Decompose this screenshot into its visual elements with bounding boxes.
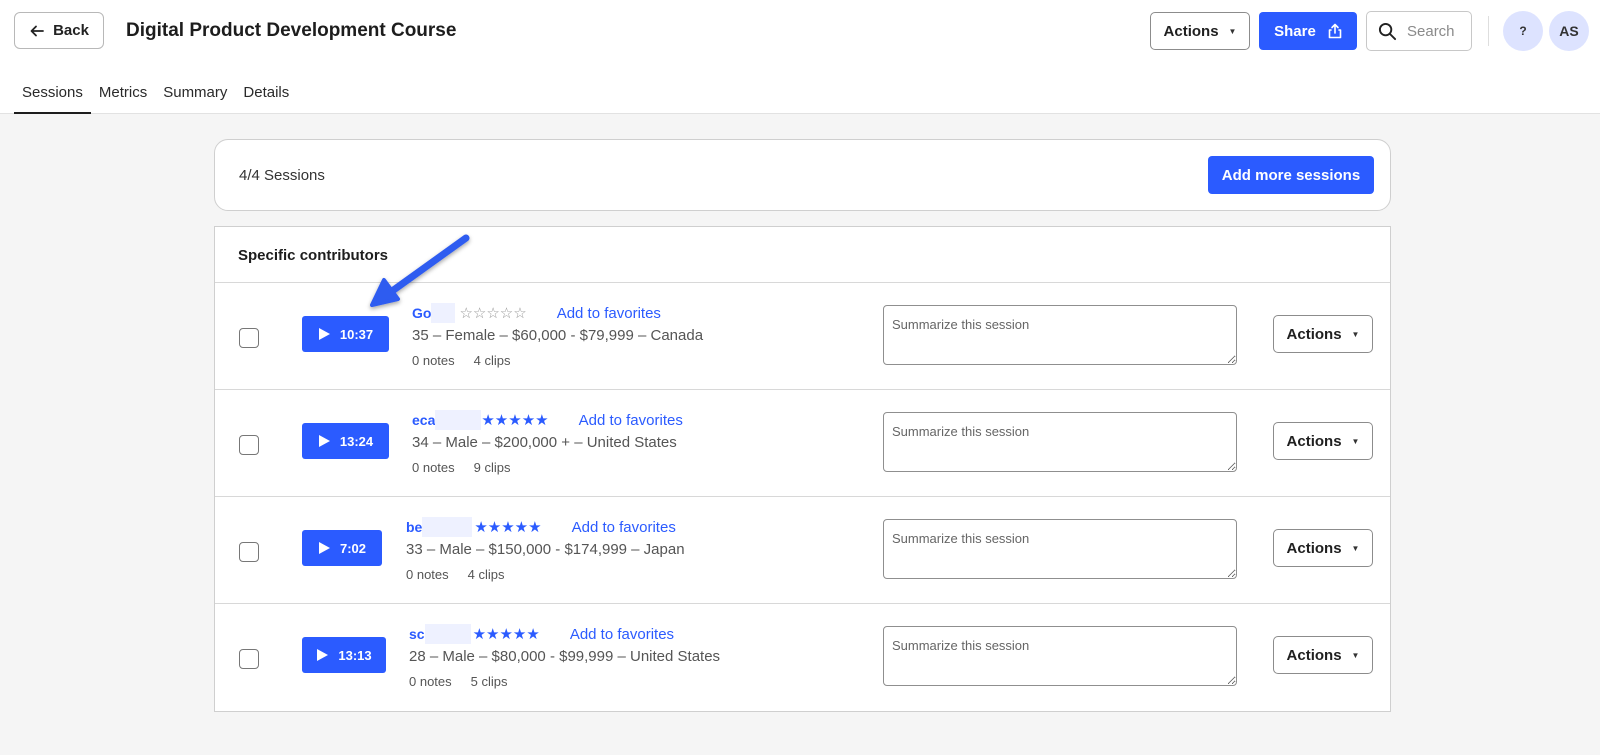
session-checkbox[interactable] bbox=[239, 328, 259, 348]
play-icon bbox=[317, 649, 329, 661]
caret-down-icon: ▼ bbox=[1351, 543, 1360, 553]
session-duration: 13:13 bbox=[338, 647, 372, 663]
share-icon bbox=[1328, 23, 1342, 39]
sessions-count: 4/4 Sessions bbox=[239, 167, 325, 184]
row-actions-button[interactable]: Actions ▼ bbox=[1273, 422, 1373, 460]
clips-count[interactable]: 5 clips bbox=[471, 674, 508, 689]
notes-count[interactable]: 0 notes bbox=[412, 460, 455, 475]
session-summary-input[interactable] bbox=[883, 412, 1237, 472]
session-row: 10:37 Go ☆☆☆☆☆ Add to favorites 35 – Fem… bbox=[215, 283, 1390, 390]
session-duration: 10:37 bbox=[339, 326, 374, 342]
contributor-name-link[interactable]: eca bbox=[412, 412, 435, 428]
caret-down-icon: ▼ bbox=[1351, 329, 1360, 339]
row-actions-button[interactable]: Actions ▼ bbox=[1273, 529, 1373, 567]
tab-details[interactable]: Details bbox=[235, 80, 297, 114]
add-to-favorites-link[interactable]: Add to favorites bbox=[557, 305, 661, 322]
session-summary-input[interactable] bbox=[883, 519, 1237, 579]
redacted-name bbox=[435, 410, 482, 430]
rating-stars[interactable]: ★★★★★ bbox=[481, 411, 548, 429]
contributor-name-link[interactable]: Go bbox=[412, 305, 431, 321]
session-row: 7:02 be ★★★★★ Add to favorites 33 – Male… bbox=[215, 497, 1390, 604]
row-actions-label: Actions bbox=[1286, 432, 1342, 450]
redacted-name bbox=[431, 303, 456, 323]
back-button[interactable]: Back bbox=[14, 12, 104, 49]
tab-summary[interactable]: Summary bbox=[155, 80, 235, 114]
session-row: 13:24 eca ★★★★★ Add to favorites 34 – Ma… bbox=[215, 390, 1390, 497]
row-actions-label: Actions bbox=[1286, 646, 1342, 664]
list-heading: Specific contributors bbox=[238, 247, 389, 264]
header-divider bbox=[1488, 16, 1489, 46]
session-duration: 7:02 bbox=[339, 540, 367, 556]
row-actions-button[interactable]: Actions ▼ bbox=[1273, 315, 1373, 353]
caret-down-icon: ▼ bbox=[1228, 26, 1237, 36]
contributor-demographics: 35 – Female – $60,000 - $79,999 – Canada bbox=[412, 327, 704, 344]
session-info: eca ★★★★★ Add to favorites 34 – Male – $… bbox=[412, 410, 683, 475]
page-title: Digital Product Development Course bbox=[126, 20, 457, 41]
rating-stars[interactable]: ★★★★★ bbox=[473, 625, 540, 643]
redacted-name bbox=[422, 517, 473, 537]
share-button[interactable]: Share bbox=[1259, 12, 1357, 50]
search-icon bbox=[1378, 22, 1397, 40]
search-box[interactable] bbox=[1366, 11, 1472, 51]
tab-metrics[interactable]: Metrics bbox=[91, 80, 155, 114]
notes-count[interactable]: 0 notes bbox=[412, 353, 455, 368]
caret-down-icon: ▼ bbox=[1351, 650, 1360, 660]
session-info: Go ☆☆☆☆☆ Add to favorites 35 – Female – … bbox=[412, 303, 703, 368]
notes-count[interactable]: 0 notes bbox=[409, 674, 452, 689]
row-actions-label: Actions bbox=[1286, 325, 1342, 343]
session-info: be ★★★★★ Add to favorites 33 – Male – $1… bbox=[406, 517, 685, 582]
top-bar: Back Digital Product Development Course … bbox=[0, 0, 1600, 114]
back-label: Back bbox=[53, 22, 89, 39]
add-to-favorites-link[interactable]: Add to favorites bbox=[572, 519, 676, 536]
play-session-button[interactable]: 13:13 bbox=[302, 637, 386, 673]
sessions-bar: 4/4 Sessions Add more sessions bbox=[214, 139, 1391, 211]
row-actions-label: Actions bbox=[1286, 539, 1342, 557]
row-actions-button[interactable]: Actions ▼ bbox=[1273, 636, 1373, 674]
session-checkbox[interactable] bbox=[239, 542, 259, 562]
contributor-name-link[interactable]: sc bbox=[409, 626, 425, 642]
contributor-demographics: 28 – Male – $80,000 - $99,999 – United S… bbox=[409, 648, 721, 665]
actions-dropdown-button[interactable]: Actions ▼ bbox=[1150, 12, 1250, 50]
play-session-button[interactable]: 7:02 bbox=[302, 530, 382, 566]
add-to-favorites-link[interactable]: Add to favorites bbox=[579, 412, 683, 429]
rating-stars[interactable]: ☆☆☆☆☆ bbox=[459, 304, 526, 322]
arrow-left-icon bbox=[30, 25, 44, 36]
session-checkbox[interactable] bbox=[239, 649, 259, 669]
play-icon bbox=[318, 435, 330, 447]
clips-count[interactable]: 4 clips bbox=[468, 567, 505, 582]
tab-sessions[interactable]: Sessions bbox=[14, 80, 91, 114]
list-header: Specific contributors bbox=[215, 227, 1390, 283]
session-row: 13:13 sc ★★★★★ Add to favorites 28 – Mal… bbox=[215, 604, 1390, 711]
clips-count[interactable]: 4 clips bbox=[474, 353, 511, 368]
session-summary-input[interactable] bbox=[883, 305, 1237, 365]
play-icon bbox=[318, 542, 330, 554]
contributor-demographics: 33 – Male – $150,000 - $174,999 – Japan bbox=[406, 541, 685, 558]
add-more-sessions-button[interactable]: Add more sessions bbox=[1208, 156, 1374, 194]
help-button[interactable]: ? bbox=[1503, 11, 1543, 51]
session-duration: 13:24 bbox=[339, 433, 374, 449]
tab-bar: Sessions Metrics Summary Details bbox=[14, 80, 297, 114]
contributor-demographics: 34 – Male – $200,000 + – United States bbox=[412, 434, 677, 451]
play-session-button[interactable]: 10:37 bbox=[302, 316, 389, 352]
play-session-button[interactable]: 13:24 bbox=[302, 423, 389, 459]
add-to-favorites-link[interactable]: Add to favorites bbox=[570, 626, 674, 643]
redacted-name bbox=[424, 624, 471, 644]
contributor-name-link[interactable]: be bbox=[406, 519, 422, 535]
rating-stars[interactable]: ★★★★★ bbox=[474, 518, 541, 536]
actions-label: Actions bbox=[1163, 22, 1219, 40]
session-checkbox[interactable] bbox=[239, 435, 259, 455]
share-label: Share bbox=[1274, 22, 1316, 40]
notes-count[interactable]: 0 notes bbox=[406, 567, 449, 582]
search-input[interactable] bbox=[1407, 22, 1467, 40]
caret-down-icon: ▼ bbox=[1351, 436, 1360, 446]
play-icon bbox=[318, 328, 330, 340]
contributors-list: Specific contributors 10:37 Go ☆☆☆☆☆ Add… bbox=[214, 226, 1391, 712]
session-info: sc ★★★★★ Add to favorites 28 – Male – $8… bbox=[409, 624, 720, 689]
session-summary-input[interactable] bbox=[883, 626, 1237, 686]
user-avatar[interactable]: AS bbox=[1549, 11, 1589, 51]
clips-count[interactable]: 9 clips bbox=[474, 460, 511, 475]
